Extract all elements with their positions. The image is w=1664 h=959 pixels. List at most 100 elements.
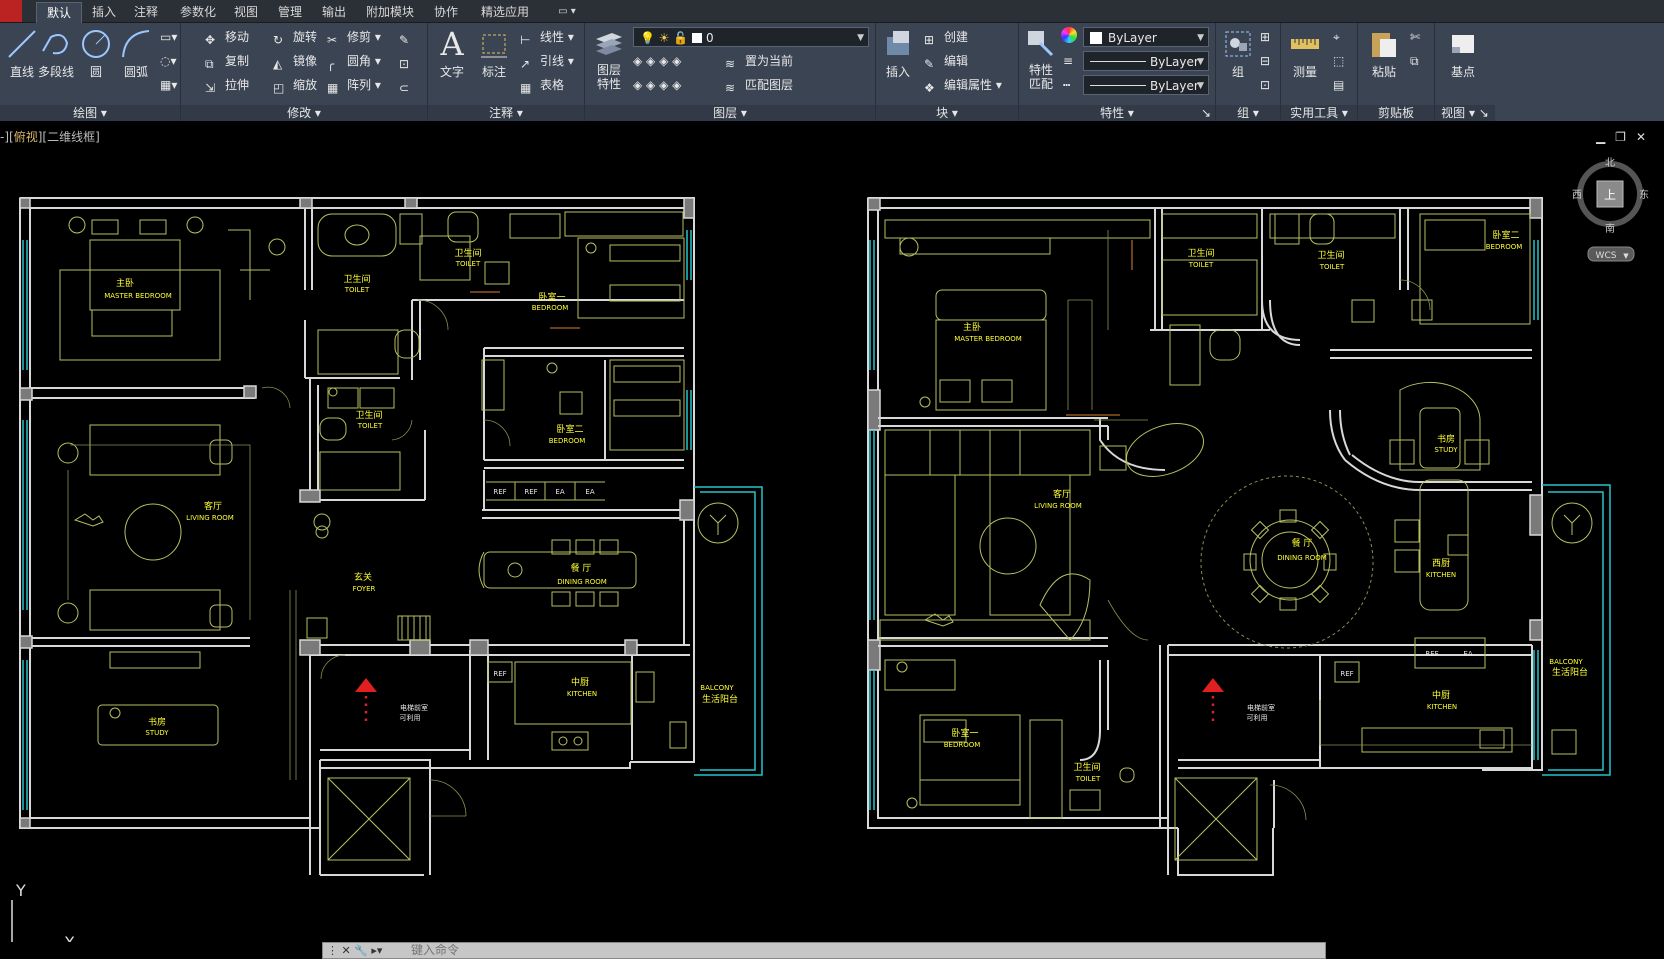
- ribbon-options-icon[interactable]: ▭ ▾: [552, 2, 582, 22]
- explode-tool[interactable]: ⊡: [399, 51, 419, 71]
- layer-properties-tool[interactable]: 图层 特性: [587, 27, 631, 91]
- chevron-down-icon: ▼: [857, 33, 864, 43]
- properties-panel-title[interactable]: 特性 ▾ ↘: [1019, 105, 1215, 121]
- basepoint-tool[interactable]: 基点: [1441, 27, 1485, 80]
- match-properties-tool[interactable]: 特性 匹配: [1019, 27, 1063, 91]
- erase-tool[interactable]: ✎: [399, 27, 419, 47]
- paste-label: 粘贴: [1371, 65, 1396, 79]
- create-block-icon: ⊞: [924, 33, 935, 47]
- bedroom-1-label-en: BEDROOM: [532, 304, 569, 312]
- select-all-icon[interactable]: ⬚: [1333, 51, 1344, 71]
- panel-groups: 组 ⊞ ⊟ ⊡ 组 ▾: [1216, 23, 1281, 121]
- annotation-panel-title[interactable]: 注释 ▾: [428, 105, 584, 121]
- groups-panel-title[interactable]: 组 ▾: [1216, 105, 1280, 121]
- color-wheel-icon[interactable]: [1061, 27, 1077, 47]
- linetype-sample: [1090, 85, 1146, 86]
- create-block-tool[interactable]: ⊞ 创建: [924, 27, 968, 47]
- text-tool[interactable]: A 文字: [430, 27, 474, 80]
- insert-block-tool[interactable]: 插入: [876, 27, 920, 80]
- offset-tool[interactable]: ⊂: [399, 75, 419, 95]
- tab-default[interactable]: 默认: [36, 2, 82, 23]
- compass-east-label[interactable]: 东: [1639, 188, 1649, 201]
- clipboard-panel-title[interactable]: 剪贴板: [1358, 105, 1434, 121]
- utilities-panel-title[interactable]: 实用工具 ▾: [1281, 105, 1357, 121]
- measure-tool[interactable]: 测量: [1283, 27, 1327, 80]
- quick-select-icon[interactable]: ⌖: [1333, 27, 1340, 47]
- tab-parametric[interactable]: 参数化: [172, 2, 224, 22]
- linetype-dropdown[interactable]: ByLayer ▼: [1083, 75, 1209, 95]
- edit-block-tool[interactable]: ✎ 编辑: [924, 51, 968, 71]
- viewcube[interactable]: 上 北 南 西 东 WCS ▼: [1572, 157, 1649, 262]
- p2-toilet-2-label-en: TOILET: [1319, 263, 1345, 271]
- compass-north-label[interactable]: 北: [1605, 157, 1615, 169]
- linear-tool[interactable]: ⊢ 线性 ▾: [520, 27, 574, 47]
- layer-dropdown[interactable]: 💡 ☀ 🔓 0 ▼: [633, 27, 869, 47]
- view-panel-title[interactable]: 视图 ▾ ↘: [1435, 105, 1495, 121]
- balcony-label-en: BALCONY: [700, 684, 734, 692]
- gradient-icon[interactable]: ▦▾: [160, 75, 177, 95]
- drawing-canvas[interactable]: .w { fill:none; stroke:#d8d8d8; stroke-w…: [0, 122, 1664, 942]
- layers-panel-title[interactable]: 图层 ▾: [585, 105, 875, 121]
- layer-tools-row2[interactable]: ◈ ◈ ◈ ◈: [633, 75, 681, 95]
- group-tool[interactable]: 组: [1216, 27, 1260, 80]
- command-line-buttons[interactable]: ⋮ ✕ 🔧 ▸▾: [327, 943, 382, 958]
- trim-tool[interactable]: ✂ 修剪 ▾: [327, 27, 381, 47]
- tab-output[interactable]: 输出: [314, 2, 354, 22]
- modify-panel-title[interactable]: 修改 ▾: [181, 105, 427, 121]
- copy-clip-icon[interactable]: ⧉: [1410, 51, 1419, 71]
- dimension-tool[interactable]: 标注: [472, 27, 516, 80]
- toilet-3-label-cn: 卫生间: [355, 409, 382, 421]
- polyline-tool[interactable]: 多段线: [34, 27, 78, 80]
- block-panel-title[interactable]: 块 ▾: [876, 105, 1018, 121]
- tab-addins[interactable]: 附加模块: [358, 2, 422, 22]
- p2-toilet-label-en: TOILET: [1188, 261, 1214, 269]
- group-edit-icon[interactable]: ⊟: [1260, 51, 1270, 71]
- rectangle-icon[interactable]: ▭▾: [160, 27, 177, 47]
- p2-bedroom-2-label-en: BEDROOM: [1486, 243, 1523, 251]
- leader-tool[interactable]: ↗ 引线 ▾: [520, 51, 574, 71]
- stretch-tool[interactable]: ⇲ 拉伸: [205, 75, 249, 95]
- layer-tools-row1[interactable]: ◈ ◈ ◈ ◈: [633, 51, 681, 71]
- color-swatch: [1090, 32, 1102, 44]
- panel-layers: 图层 特性 💡 ☀ 🔓 0 ▼ ◈ ◈ ◈ ◈ ≋ 置为当前 ◈ ◈ ◈ ◈ ≋ 匹…: [585, 23, 876, 121]
- tab-featured-apps[interactable]: 精选应用: [472, 2, 538, 22]
- group-icon: [1225, 31, 1251, 57]
- hatch-icon[interactable]: ◌▾: [160, 51, 177, 71]
- move-tool[interactable]: ✥ 移动: [205, 27, 249, 47]
- study-label-cn: 书房: [148, 716, 166, 728]
- edit-attributes-tool[interactable]: ❖ 编辑属性 ▾: [924, 75, 1002, 95]
- match-layer-tool[interactable]: ≋ 匹配图层: [725, 75, 793, 95]
- color-dropdown[interactable]: ByLayer ▼: [1083, 27, 1209, 47]
- paste-tool[interactable]: 粘贴: [1362, 27, 1406, 80]
- lineweight-dropdown[interactable]: ByLayer ▼: [1083, 51, 1209, 71]
- table-tool[interactable]: ▦ 表格: [520, 75, 564, 95]
- set-current-layer-tool[interactable]: ≋ 置为当前: [725, 51, 793, 71]
- toilet-label-en: TOILET: [344, 286, 370, 294]
- command-input[interactable]: [411, 943, 1211, 958]
- copy-tool[interactable]: ⧉ 复制: [205, 51, 249, 71]
- application-menu-button[interactable]: [0, 0, 22, 22]
- circle-tool[interactable]: 圆: [74, 27, 118, 80]
- tab-annotate[interactable]: 注释: [126, 2, 166, 22]
- calculator-icon[interactable]: ▤: [1333, 75, 1344, 95]
- tab-view[interactable]: 视图: [228, 2, 264, 22]
- draw-panel-title[interactable]: 绘图 ▾: [0, 105, 180, 121]
- tab-insert[interactable]: 插入: [84, 2, 124, 22]
- arc-tool[interactable]: 圆弧: [114, 27, 158, 80]
- ucs-y-label: Y: [15, 881, 26, 900]
- scale-tool[interactable]: ◰ 缩放: [273, 75, 317, 95]
- mirror-tool[interactable]: ◭ 镜像: [273, 51, 317, 71]
- dialog-launcher-icon[interactable]: ↘: [1201, 105, 1211, 121]
- group-select-icon[interactable]: ⊡: [1260, 75, 1270, 95]
- p2-elevator-lobby-label: 电梯前室: [1247, 703, 1275, 712]
- ribbon-tab-bar: 默认 插入 注释 参数化 视图 管理 输出 附加模块 协作 精选应用 ▭ ▾: [0, 0, 1664, 23]
- rotate-tool[interactable]: ↻ 旋转: [273, 27, 317, 47]
- fillet-tool[interactable]: ╭ 圆角 ▾: [327, 51, 381, 71]
- compass-west-label[interactable]: 西: [1572, 190, 1582, 201]
- ungroup-icon[interactable]: ⊞: [1260, 27, 1270, 47]
- tab-collaborate[interactable]: 协作: [428, 2, 464, 22]
- cut-icon[interactable]: ✄: [1410, 27, 1420, 47]
- tab-manage[interactable]: 管理: [270, 2, 310, 22]
- compass-south-label[interactable]: 南: [1605, 222, 1615, 235]
- array-tool[interactable]: ▦ 阵列 ▾: [327, 75, 381, 95]
